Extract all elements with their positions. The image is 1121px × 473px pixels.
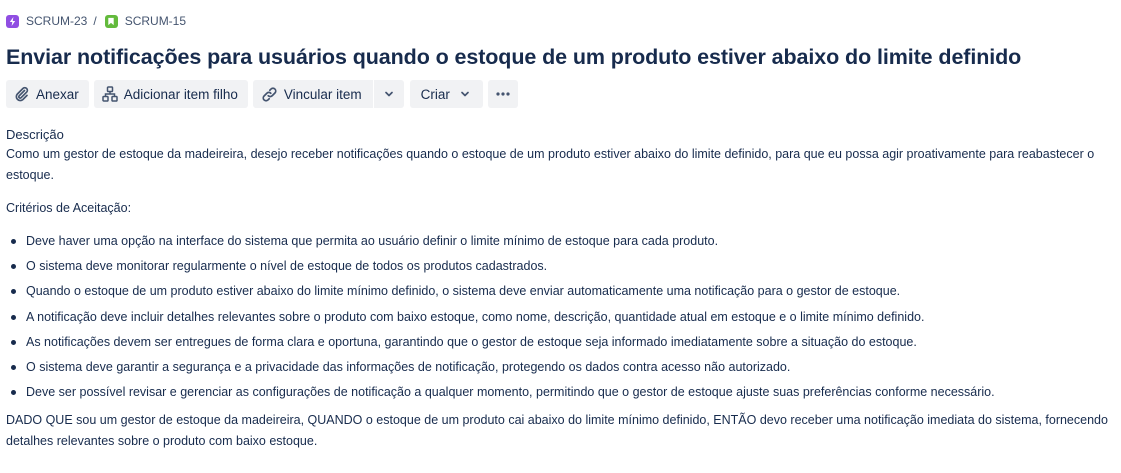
- create-button[interactable]: Criar: [409, 80, 483, 108]
- link-item-button[interactable]: Vincular item: [252, 80, 373, 108]
- epic-icon: [6, 14, 19, 28]
- list-item[interactable]: As notificações devem ser entregues de f…: [11, 330, 1115, 355]
- link-item-dropdown-button[interactable]: [373, 80, 404, 108]
- add-child-button[interactable]: Adicionar item filho: [93, 80, 248, 108]
- list-item[interactable]: A notificação deve incluir detalhes rele…: [11, 305, 1115, 330]
- chevron-down-icon: [461, 91, 469, 97]
- list-item[interactable]: Deve haver uma opção na interface do sis…: [11, 229, 1115, 254]
- hierarchy-icon: [102, 86, 118, 102]
- chevron-down-icon: [384, 91, 393, 97]
- link-icon: [262, 86, 277, 102]
- criteria-list: Deve haver uma opção na interface do sis…: [6, 229, 1115, 405]
- breadcrumb: SCRUM-23 / SCRUM-15: [6, 11, 1115, 31]
- story-icon: [104, 14, 118, 28]
- issue-view: SCRUM-23 / SCRUM-15 Enviar notificações …: [0, 11, 1121, 452]
- breadcrumb-parent-key[interactable]: SCRUM-23: [26, 14, 87, 28]
- description-heading: Descrição: [6, 127, 64, 142]
- breadcrumb-parent[interactable]: SCRUM-23: [6, 14, 87, 28]
- link-item-button-label: Vincular item: [283, 86, 362, 102]
- attach-button-label: Anexar: [36, 86, 79, 102]
- breadcrumb-current-key[interactable]: SCRUM-15: [125, 14, 186, 28]
- breadcrumb-separator: /: [93, 14, 97, 28]
- issue-title[interactable]: Enviar notificações para usuários quando…: [6, 42, 1115, 72]
- more-actions-button[interactable]: [487, 80, 518, 108]
- list-item[interactable]: O sistema deve garantir a segurança e a …: [11, 355, 1115, 380]
- acceptance-scenario[interactable]: DADO QUE sou um gestor de estoque da mad…: [6, 410, 1111, 452]
- list-item[interactable]: O sistema deve monitorar regularmente o …: [11, 254, 1115, 279]
- issue-toolbar: Anexar Adicionar item filho Vincular ite…: [6, 80, 1115, 108]
- list-item[interactable]: Quando o estoque de um produto estiver a…: [11, 279, 1115, 304]
- paperclip-icon: [15, 86, 29, 102]
- create-button-label: Criar: [420, 86, 450, 102]
- attach-button[interactable]: Anexar: [6, 80, 89, 108]
- description-intro[interactable]: Como um gestor de estoque da madeireira,…: [6, 144, 1106, 186]
- add-child-button-label: Adicionar item filho: [123, 86, 238, 102]
- more-icon: [496, 92, 510, 96]
- criteria-heading[interactable]: Critérios de Aceitação:: [6, 198, 1115, 219]
- breadcrumb-current[interactable]: SCRUM-15: [104, 14, 186, 28]
- list-item[interactable]: Deve ser possível revisar e gerenciar as…: [11, 380, 1115, 405]
